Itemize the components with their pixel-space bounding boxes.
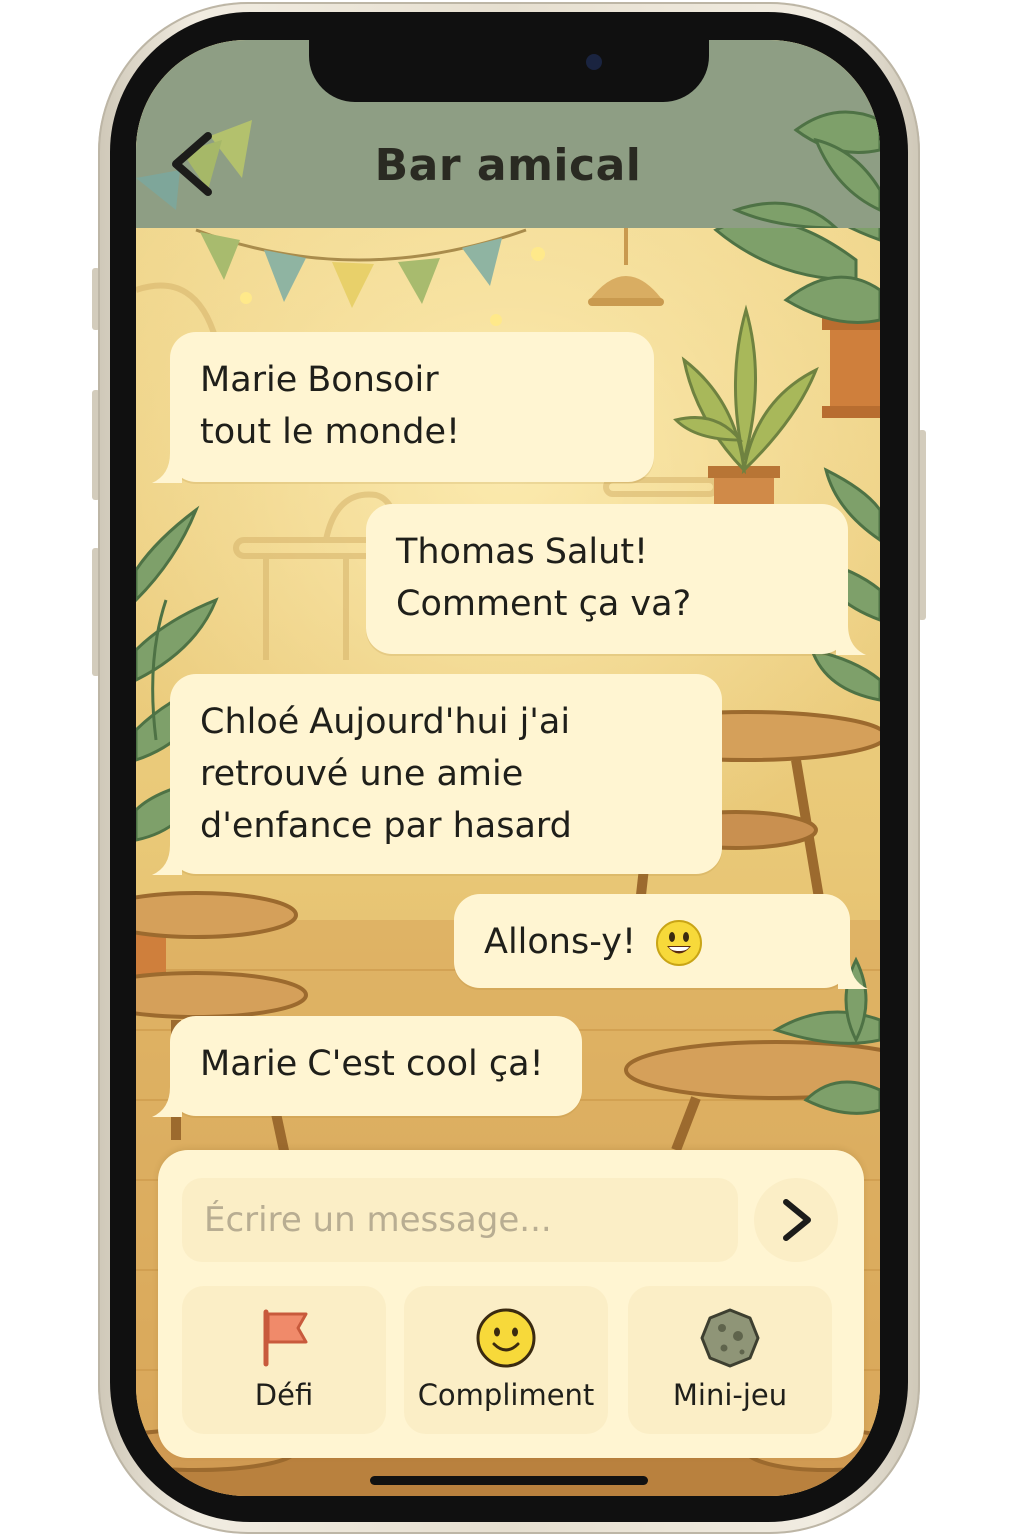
message-sender: Thomas (396, 532, 535, 572)
message-bubble: Chloé Aujourd'hui j'ai retrouvé une amie … (152, 674, 722, 875)
message-sender: Marie (200, 1044, 298, 1084)
message-line: Marie C'est cool ça! (200, 1038, 552, 1090)
bubble-tail (152, 453, 182, 483)
message-text: Allons-y! (484, 922, 636, 962)
message-text: Salut! (544, 532, 649, 572)
message-bubble: Marie Bonsoir tout le monde! (152, 332, 654, 483)
message-line: retrouvé une amie (200, 754, 524, 794)
defi-button[interactable]: Défi (182, 1286, 386, 1434)
message-text: C'est cool ça! (307, 1044, 544, 1084)
message-line: Comment ça va? (396, 584, 692, 624)
chevron-right-icon (783, 1199, 811, 1241)
message-bubble: Marie C'est cool ça! (152, 1016, 582, 1117)
phone-notch (309, 40, 709, 102)
grinning-face-icon (656, 920, 703, 966)
bubble-tail (152, 1087, 182, 1117)
front-camera (586, 54, 602, 70)
mini-jeu-button[interactable]: Mini-jeu (628, 1286, 832, 1434)
action-label: Mini-jeu (672, 1378, 788, 1412)
message-line: d'enfance par hasard (200, 806, 572, 846)
message-line: Thomas Salut! (396, 526, 818, 578)
message-bubble: Thomas Salut! Comment ça va? (366, 504, 866, 655)
message-sender: Chloé (200, 702, 300, 742)
compliment-button[interactable]: Compliment (404, 1286, 608, 1434)
bubble-tail (152, 845, 182, 875)
message-line: Marie Bonsoir (200, 354, 624, 406)
message-text: Aujourd'hui j'ai (309, 702, 571, 742)
phone-mockup: Bar amical Marie Bonsoir tout le monde! T… (0, 0, 1024, 1536)
message-line: Allons-y! (484, 916, 820, 968)
composer-panel: Défi Compliment Min (158, 1150, 864, 1458)
stone-icon (700, 1308, 760, 1368)
home-indicator[interactable] (370, 1476, 648, 1485)
message-text: Bonsoir (307, 360, 439, 400)
smiley-icon (476, 1308, 536, 1368)
message-line: Chloé Aujourd'hui j'ai (200, 696, 692, 748)
message-line: tout le monde! (200, 412, 461, 452)
bubble-tail (836, 625, 866, 655)
app-screen: Bar amical Marie Bonsoir tout le monde! T… (136, 40, 880, 1496)
flag-icon (263, 1309, 308, 1367)
page-title: Bar amical (374, 140, 642, 191)
message-input[interactable] (182, 1178, 738, 1262)
action-label: Défi (254, 1378, 314, 1412)
bubble-tail (838, 959, 868, 989)
message-sender: Marie (200, 360, 298, 400)
send-button[interactable] (754, 1178, 838, 1262)
action-label: Compliment (417, 1378, 595, 1412)
message-bubble: Allons-y! (454, 894, 868, 989)
